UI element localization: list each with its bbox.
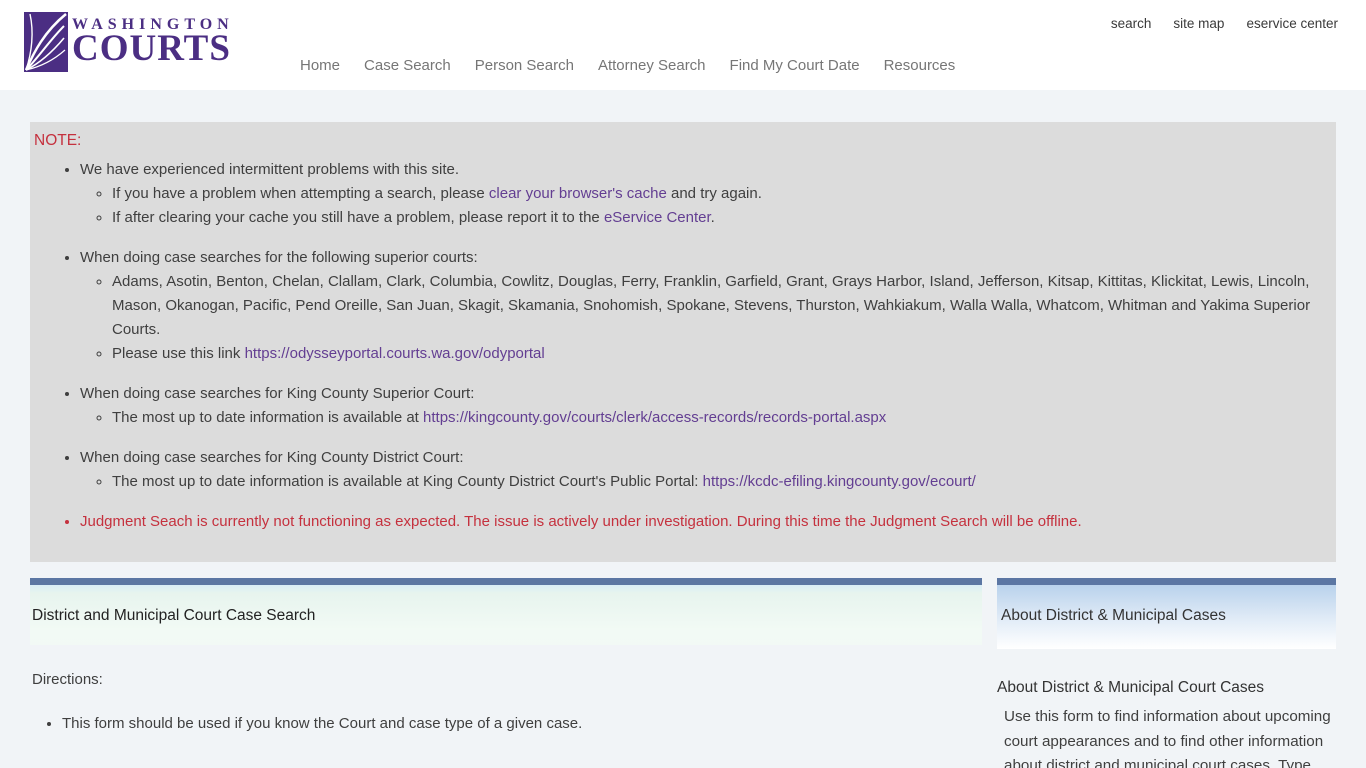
- washington-courts-logo-text: WASHINGTON COURTS: [72, 12, 234, 64]
- note-subitem-text: .: [711, 209, 715, 226]
- about-cases-panel: About District & Municipal Cases About D…: [997, 578, 1336, 768]
- note-subitem-county-list: Adams, Asotin, Benton, Chelan, Clallam, …: [112, 270, 1320, 342]
- utility-links: search site map eservice center: [1111, 16, 1338, 31]
- nav-item-case-search[interactable]: Case Search: [364, 57, 451, 74]
- main-nav: Home Case Search Person Search Attorney …: [300, 57, 955, 74]
- logo-line-courts: COURTS: [72, 34, 234, 64]
- note-item-intermittent-problems: We have experienced intermittent problem…: [80, 158, 1320, 230]
- note-item-text: When doing case searches for King County…: [80, 449, 464, 466]
- note-subitem-text: If after clearing your cache you still h…: [112, 209, 604, 226]
- nav-item-person-search[interactable]: Person Search: [475, 57, 574, 74]
- nav-item-attorney-search[interactable]: Attorney Search: [598, 57, 706, 74]
- note-label: NOTE:: [34, 132, 1320, 150]
- note-item-text: We have experienced intermittent problem…: [80, 161, 459, 178]
- note-subitem-text: Adams, Asotin, Benton, Chelan, Clallam, …: [112, 273, 1310, 338]
- note-item-king-superior: When doing case searches for King County…: [80, 382, 1320, 430]
- note-subitem-odyssey-link: Please use this link https://odysseyport…: [112, 342, 1320, 366]
- about-cases-panel-bar: [997, 578, 1336, 585]
- case-search-panel-header: District and Municipal Court Case Search: [30, 585, 982, 645]
- content-columns: District and Municipal Court Case Search…: [30, 578, 1336, 768]
- about-cases-description: Use this form to find information about …: [1004, 705, 1334, 768]
- directions-list: This form should be used if you know the…: [30, 712, 982, 736]
- note-subitem-text: Please use this link: [112, 345, 245, 362]
- king-county-records-link[interactable]: https://kingcounty.gov/courts/clerk/acce…: [423, 409, 886, 426]
- about-cases-subheading: About District & Municipal Court Cases: [997, 679, 1336, 697]
- case-search-panel: District and Municipal Court Case Search…: [30, 578, 982, 768]
- note-subitem-king-superior-link: The most up to date information is avail…: [112, 406, 1320, 430]
- note-item-text: When doing case searches for the followi…: [80, 249, 478, 266]
- utility-link-eservice-center[interactable]: eservice center: [1246, 16, 1338, 31]
- nav-item-home[interactable]: Home: [300, 57, 340, 74]
- note-sublist: The most up to date information is avail…: [80, 470, 1320, 494]
- note-item-judgment-search-offline: Judgment Seach is currently not function…: [80, 510, 1320, 534]
- note-subitem-king-district-link: The most up to date information is avail…: [112, 470, 1320, 494]
- note-sublist: Adams, Asotin, Benton, Chelan, Clallam, …: [80, 270, 1320, 366]
- directions-label: Directions:: [32, 671, 982, 688]
- note-item-king-district: When doing case searches for King County…: [80, 446, 1320, 494]
- note-subitem-text: The most up to date information is avail…: [112, 409, 423, 426]
- directions-item: This form should be used if you know the…: [62, 712, 982, 736]
- odyssey-portal-link[interactable]: https://odysseyportal.courts.wa.gov/odyp…: [245, 345, 545, 362]
- utility-link-site-map[interactable]: site map: [1173, 16, 1224, 31]
- case-search-panel-bar: [30, 578, 982, 585]
- note-subitem-clear-cache: If you have a problem when attempting a …: [112, 182, 1320, 206]
- note-subitem-text: The most up to date information is avail…: [112, 473, 703, 490]
- nav-item-resources[interactable]: Resources: [884, 57, 956, 74]
- kcdc-efiling-link[interactable]: https://kcdc-efiling.kingcounty.gov/ecou…: [703, 473, 976, 490]
- note-subitem-text: and try again.: [667, 185, 762, 202]
- note-item-superior-courts: When doing case searches for the followi…: [80, 246, 1320, 366]
- washington-courts-logo-icon: [24, 12, 72, 76]
- note-subitem-report-problem: If after clearing your cache you still h…: [112, 206, 1320, 230]
- about-cases-panel-title: About District & Municipal Cases: [1001, 607, 1336, 625]
- note-list: We have experienced intermittent problem…: [34, 158, 1320, 534]
- nav-item-find-my-court-date[interactable]: Find My Court Date: [730, 57, 860, 74]
- washington-courts-logo[interactable]: WASHINGTON COURTS: [24, 12, 234, 76]
- note-subitem-text: If you have a problem when attempting a …: [112, 185, 489, 202]
- site-header: WASHINGTON COURTS search site map eservi…: [0, 0, 1366, 90]
- about-cases-body: About District & Municipal Court Cases U…: [997, 679, 1336, 768]
- note-sublist: The most up to date information is avail…: [80, 406, 1320, 430]
- note-item-text: When doing case searches for King County…: [80, 385, 474, 402]
- utility-link-search[interactable]: search: [1111, 16, 1152, 31]
- case-search-panel-title: District and Municipal Court Case Search: [32, 607, 982, 625]
- note-sublist: If you have a problem when attempting a …: [80, 182, 1320, 230]
- note-box: NOTE: We have experienced intermittent p…: [30, 122, 1336, 562]
- judgment-search-warning-text: Judgment Seach is currently not function…: [80, 513, 1082, 530]
- clear-cache-link[interactable]: clear your browser's cache: [489, 185, 667, 202]
- eservice-center-link[interactable]: eService Center: [604, 209, 711, 226]
- about-cases-panel-header: About District & Municipal Cases: [997, 585, 1336, 649]
